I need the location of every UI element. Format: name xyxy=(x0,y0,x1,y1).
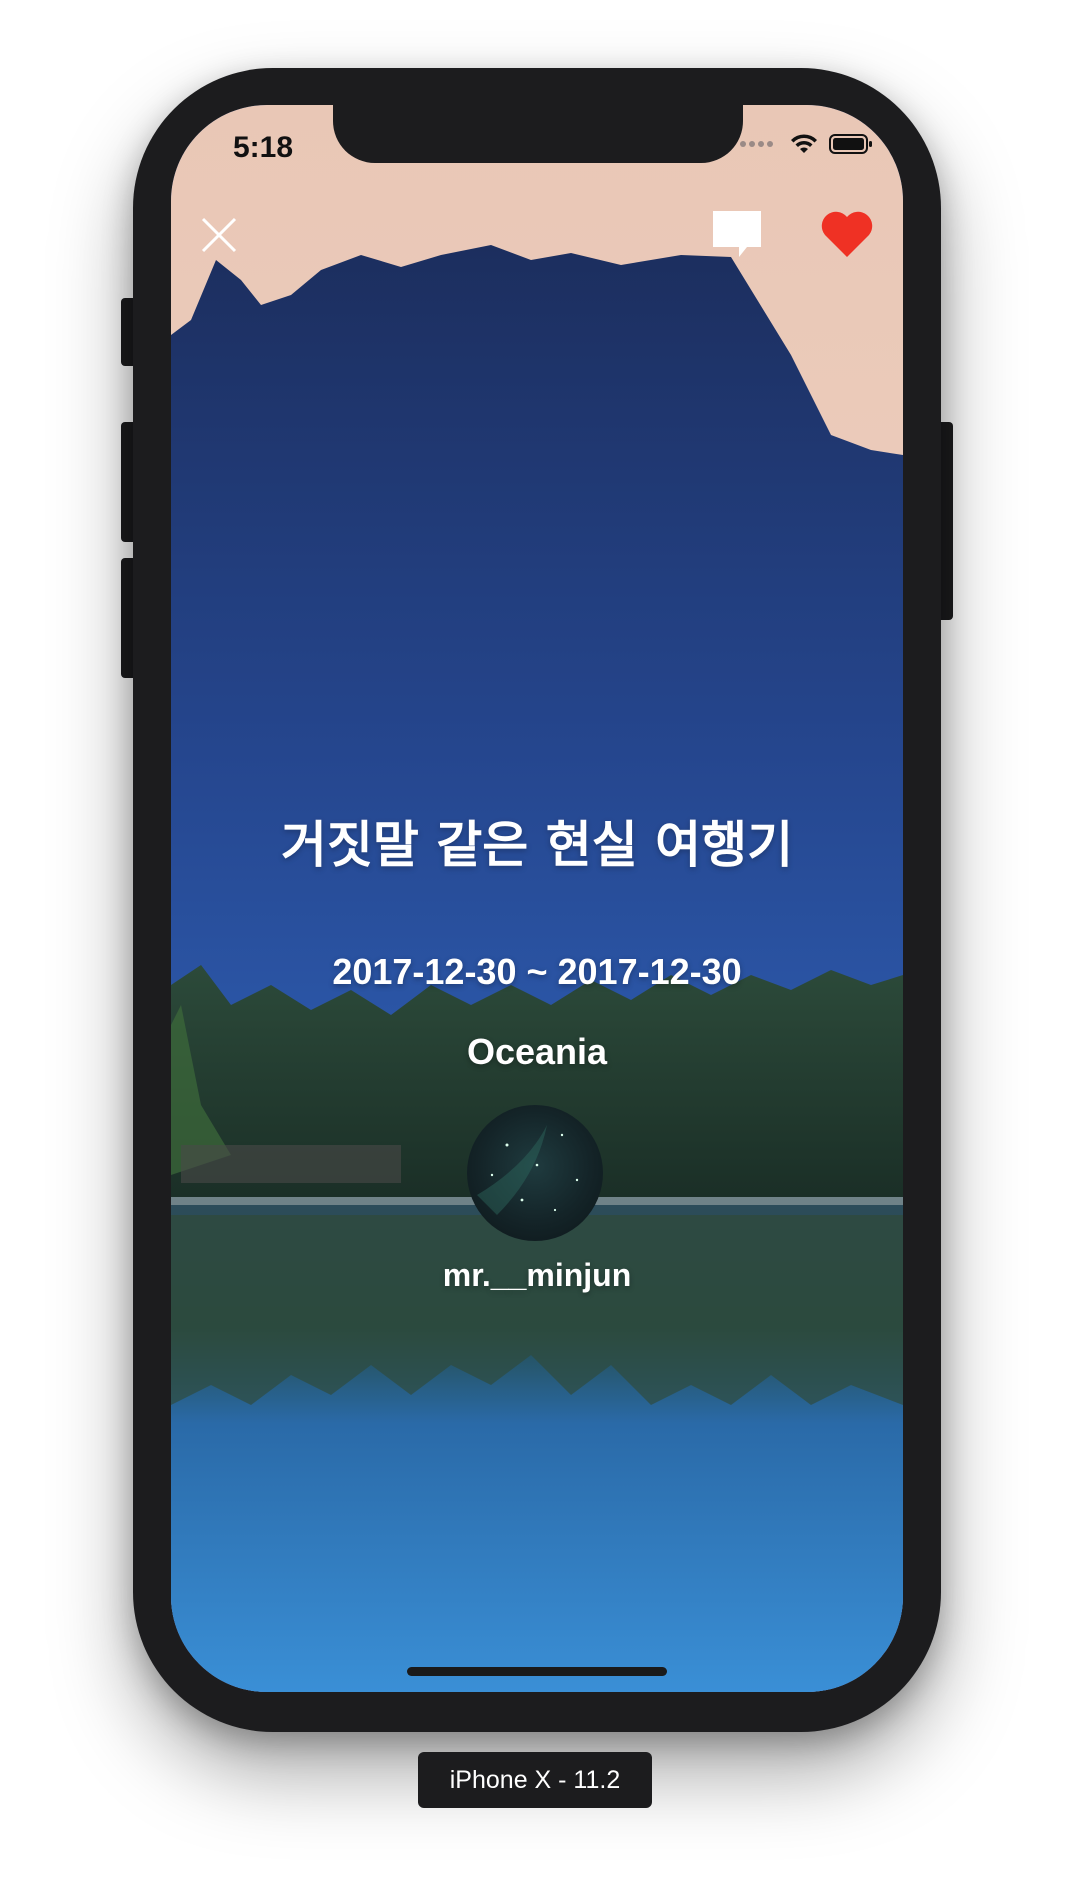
home-indicator[interactable] xyxy=(407,1667,667,1676)
simulator-device-label: iPhone X - 11.2 xyxy=(418,1752,652,1808)
simulator-stage: 5:18 거짓말 같은 현실 여행기 2017-12-30 ~ 2017-12-… xyxy=(0,0,1072,1892)
author-username[interactable]: mr.__minjun xyxy=(171,1257,903,1294)
device-screen: 5:18 거짓말 같은 현실 여행기 2017-12-30 ~ 2017-12-… xyxy=(171,105,903,1692)
close-icon[interactable] xyxy=(199,215,239,255)
device-notch xyxy=(333,105,743,163)
status-indicators xyxy=(740,133,873,155)
cellular-signal-icon xyxy=(740,141,773,147)
battery-icon xyxy=(829,134,872,154)
background-photo xyxy=(171,105,903,1692)
trip-date-range: 2017-12-30 ~ 2017-12-30 xyxy=(332,951,742,992)
status-time: 5:18 xyxy=(233,131,294,164)
wifi-icon xyxy=(791,134,817,153)
author-avatar[interactable] xyxy=(467,1105,603,1241)
avatar-image xyxy=(477,1125,579,1215)
comment-icon[interactable] xyxy=(711,209,763,261)
trip-region: Oceania xyxy=(466,1031,608,1072)
trip-title: 거짓말 같은 현실 여행기 xyxy=(280,816,794,874)
heart-icon[interactable] xyxy=(820,209,874,259)
